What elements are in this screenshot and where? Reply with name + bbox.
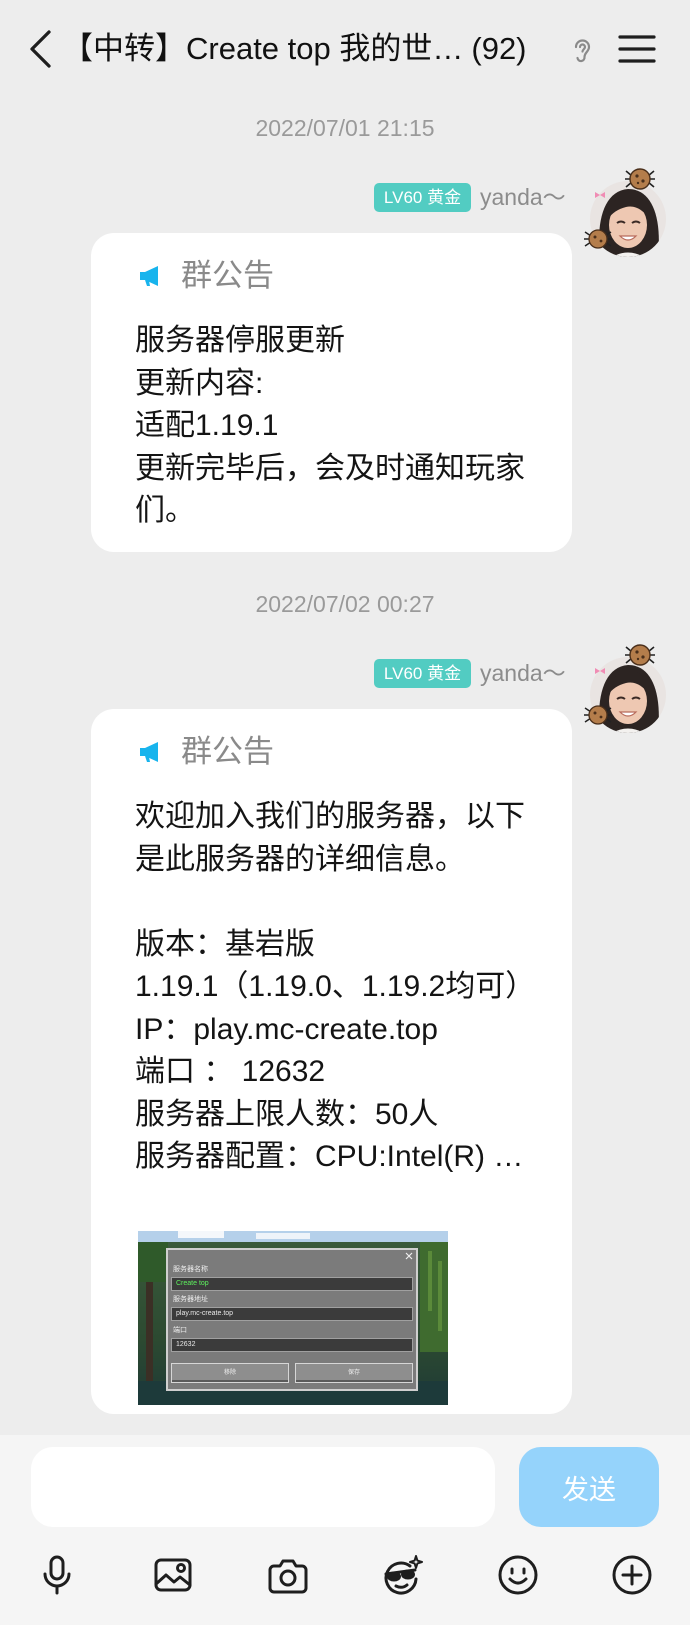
close-icon bbox=[405, 1252, 413, 1260]
image-cloud bbox=[178, 1231, 224, 1238]
remove-button: 移除 bbox=[171, 1363, 289, 1383]
announcement-line: 们。 bbox=[135, 494, 195, 527]
gallery-button[interactable] bbox=[151, 1553, 195, 1597]
image-icon bbox=[154, 1558, 192, 1592]
menu-icon bbox=[618, 35, 656, 63]
emoji-button[interactable] bbox=[496, 1553, 540, 1597]
announcement-body: 欢迎加入我们的服务器，以下 是此服务器的详细信息。 版本：基岩版 1.19.1（… bbox=[135, 796, 555, 1179]
announcement-line: 版本：基岩版 bbox=[135, 927, 315, 961]
avatar-sticker bbox=[584, 168, 655, 249]
announcement-line: 端口 ： 12632 bbox=[135, 1055, 326, 1088]
avatar[interactable] bbox=[584, 644, 666, 733]
image-cloud bbox=[256, 1233, 310, 1239]
megaphone-icon bbox=[140, 266, 158, 286]
announcement-line: 更新完毕后，会及时通知玩家 bbox=[135, 451, 525, 485]
announcement-line: 服务器上限人数：50人 bbox=[135, 1097, 439, 1131]
chat-header: 【中转】Create top 我的世… (92) bbox=[0, 0, 690, 98]
save-button: 保存 bbox=[295, 1363, 413, 1383]
message: 2022/07/02 00:27 LV60 黄金 yanda～ 群公告 欢迎加入… bbox=[0, 586, 690, 1426]
server-port-label: 端口 bbox=[173, 1327, 187, 1334]
announcement-line: IP：play.mc-create.top bbox=[135, 1012, 438, 1046]
image-vines bbox=[438, 1261, 442, 1331]
level-badge: LV60 黄金 bbox=[374, 659, 471, 688]
sticker-button[interactable] bbox=[379, 1553, 423, 1597]
attached-image[interactable]: 服务器名称 Create top 服务器地址 play.mc-create.to… bbox=[138, 1231, 448, 1405]
announcement-line: 服务器停服更新 bbox=[135, 324, 345, 357]
announcement-line: 1.19.1（1.19.0、1.19.2均可） bbox=[135, 970, 536, 1003]
image-vines bbox=[428, 1251, 432, 1311]
announcement-label: 群公告 bbox=[181, 734, 274, 769]
server-name-label: 服务器名称 bbox=[173, 1266, 208, 1273]
server-dialog: 服务器名称 Create top 服务器地址 play.mc-create.to… bbox=[166, 1248, 418, 1391]
ear-icon bbox=[571, 36, 593, 64]
announcement-bubble[interactable]: 群公告 服务器停服更新 更新内容: 适配1.19.1 更新完毕后，会及时通知玩家… bbox=[91, 233, 572, 552]
chat-screen: 【中转】Create top 我的世… (92) 2022/07/01 21:15… bbox=[0, 0, 690, 1625]
message: 2022/07/01 21:15 LV60 黄金 yanda～ 群公告 服务器停… bbox=[0, 110, 690, 560]
group-name: 【中转】Create top 我的世… bbox=[62, 31, 464, 66]
announcement-body: 服务器停服更新 更新内容: 适配1.19.1 更新完毕后，会及时通知玩家 们。 bbox=[135, 320, 555, 533]
timestamp: 2022/07/02 00:27 bbox=[255, 591, 435, 617]
chat-title[interactable]: 【中转】Create top 我的世… (92) bbox=[62, 26, 562, 72]
avatar-sticker bbox=[584, 644, 655, 725]
announcement-line: 适配1.19.1 bbox=[135, 409, 279, 442]
server-address-field: play.mc-create.top bbox=[171, 1307, 413, 1321]
smiley-icon bbox=[498, 1555, 538, 1595]
plus-circle-icon bbox=[612, 1555, 652, 1595]
sender-name: yanda～ bbox=[480, 184, 566, 210]
camera-icon bbox=[268, 1559, 308, 1594]
server-port-field: 12632 bbox=[171, 1338, 413, 1352]
server-address-label: 服务器地址 bbox=[173, 1296, 208, 1303]
image-foliage bbox=[420, 1242, 448, 1352]
megaphone-icon bbox=[140, 742, 158, 762]
voice-button[interactable] bbox=[35, 1553, 79, 1597]
back-button[interactable] bbox=[24, 29, 54, 69]
announcement-label: 群公告 bbox=[181, 258, 274, 293]
announcement-bubble[interactable]: 群公告 欢迎加入我们的服务器，以下 是此服务器的详细信息。 版本：基岩版 1.1… bbox=[91, 709, 572, 1414]
camera-button[interactable] bbox=[266, 1553, 310, 1597]
menu-button[interactable] bbox=[618, 33, 656, 65]
microphone-icon bbox=[43, 1555, 71, 1595]
announcement-line: 是此服务器的详细信息。 bbox=[135, 842, 465, 876]
announcement-line: 更新内容: bbox=[135, 366, 264, 400]
level-badge: LV60 黄金 bbox=[374, 183, 471, 212]
composer-bar: 发送 bbox=[0, 1435, 690, 1625]
chevron-left-icon bbox=[30, 30, 51, 68]
send-button[interactable]: 发送 bbox=[519, 1447, 659, 1527]
message-input[interactable] bbox=[31, 1447, 495, 1527]
sparkle-face-icon bbox=[384, 1555, 423, 1595]
timestamp: 2022/07/01 21:15 bbox=[255, 115, 435, 141]
image-foliage bbox=[138, 1242, 168, 1282]
member-count: (92) bbox=[471, 31, 527, 66]
sender-name: yanda～ bbox=[480, 660, 566, 686]
announcement-line: 欢迎加入我们的服务器，以下 bbox=[135, 800, 525, 833]
server-name-field: Create top bbox=[171, 1277, 413, 1291]
avatar[interactable] bbox=[584, 168, 666, 257]
announcement-line: 服务器配置：CPU:Intel(R) … bbox=[135, 1140, 524, 1173]
more-button[interactable] bbox=[610, 1553, 654, 1597]
